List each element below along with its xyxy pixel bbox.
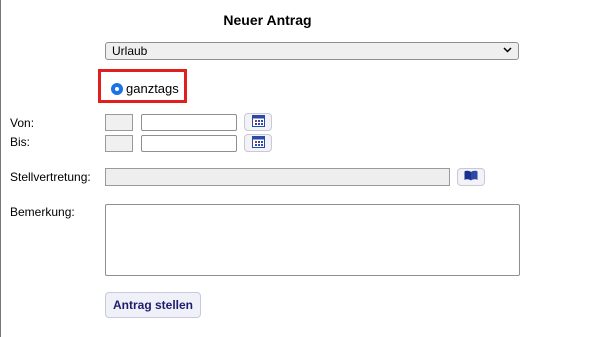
bemerkung-textarea[interactable]	[105, 204, 520, 276]
request-type-select[interactable]: Urlaub	[105, 42, 519, 60]
von-label: Von:	[10, 116, 35, 130]
bis-date-input[interactable]	[141, 135, 237, 152]
bis-calendar-button[interactable]	[244, 134, 272, 152]
stellvertretung-label: Stellvertretung:	[10, 170, 91, 184]
von-prefix-box	[105, 114, 133, 131]
ganztags-radio[interactable]	[111, 83, 123, 95]
page-title: Neuer Antrag	[223, 12, 312, 28]
calendar-icon	[251, 114, 265, 130]
stellvertretung-input	[105, 168, 450, 186]
stellvertretung-select-button[interactable]	[457, 168, 485, 186]
bis-prefix-box	[105, 135, 133, 152]
bemerkung-label: Bemerkung:	[10, 205, 75, 219]
submit-button[interactable]: Antrag stellen	[105, 292, 201, 318]
von-calendar-button[interactable]	[244, 113, 272, 131]
book-icon	[464, 170, 478, 184]
bis-label: Bis:	[10, 135, 31, 149]
ganztags-label: ganztags	[126, 81, 179, 96]
request-type-value: Urlaub	[112, 44, 148, 58]
chevron-down-icon	[503, 43, 512, 61]
window-left-border	[0, 0, 1, 337]
von-date-input[interactable]	[141, 114, 237, 131]
calendar-icon	[251, 135, 265, 151]
